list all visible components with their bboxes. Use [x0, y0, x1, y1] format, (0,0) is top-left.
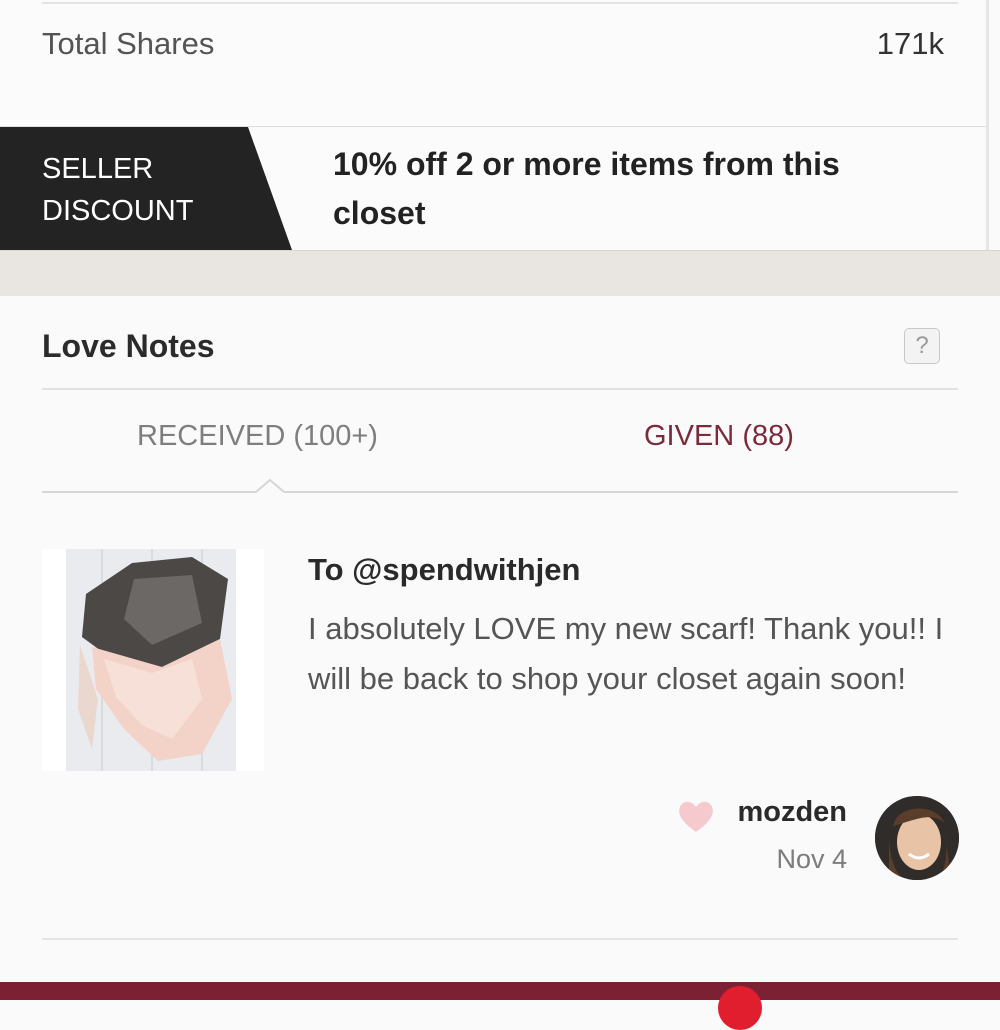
divider — [42, 938, 958, 940]
note-message: I absolutely LOVE my new scarf! Thank yo… — [308, 611, 944, 696]
avatar[interactable] — [875, 796, 959, 880]
love-notes-section: Love Notes ? RECEIVED (100+) GIVEN (88) … — [0, 296, 1000, 1000]
notification-dot-icon — [718, 986, 762, 1030]
tab-received[interactable]: RECEIVED (100+) — [137, 420, 378, 453]
stats-card: Total Shares 171k SELLER DISCOUNT 10% of… — [0, 0, 989, 250]
scarf-photo-thumbnail[interactable] — [42, 549, 264, 771]
seller-discount-badge: SELLER DISCOUNT — [0, 127, 292, 250]
seller-discount-text: 10% off 2 or more items from this closet — [333, 146, 840, 231]
tab-received-label: RECEIVED — [137, 420, 286, 452]
seller-discount-label: SELLER DISCOUNT — [42, 148, 262, 232]
tab-received-count: (100+) — [293, 420, 378, 452]
active-tab-caret-icon — [256, 479, 284, 493]
note-recipient[interactable]: To @spendwithjen — [308, 552, 580, 588]
tab-given-count: (88) — [742, 420, 794, 452]
avatar-photo — [875, 796, 959, 880]
badge-line-1: SELLER — [42, 153, 154, 185]
tab-given-label: GIVEN — [644, 420, 735, 452]
total-shares-value: 171k — [876, 26, 944, 61]
divider — [42, 388, 958, 390]
badge-line-2: DISCOUNT — [42, 195, 194, 227]
note-date: Nov 4 — [776, 844, 847, 874]
section-separator — [0, 250, 1000, 297]
help-icon[interactable]: ? — [904, 328, 940, 364]
scarf-photo — [42, 549, 264, 771]
bottom-action-bar[interactable] — [0, 982, 1000, 1000]
tab-given[interactable]: GIVEN (88) — [644, 420, 794, 453]
tabs-underline — [42, 491, 958, 493]
love-notes-title: Love Notes — [42, 328, 215, 364]
note-author[interactable]: mozden — [737, 796, 847, 829]
total-shares-label: Total Shares — [42, 26, 215, 61]
heart-icon[interactable] — [676, 796, 716, 836]
divider — [42, 2, 958, 4]
